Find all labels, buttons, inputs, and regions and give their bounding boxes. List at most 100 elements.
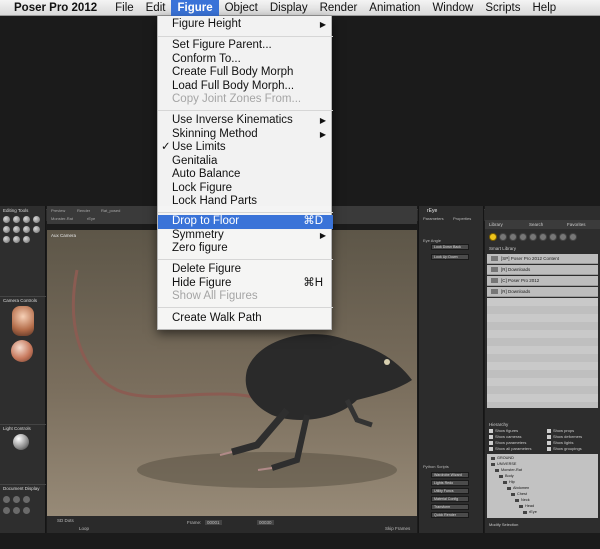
display-style-icon[interactable] xyxy=(23,496,30,503)
twist-tool-icon[interactable] xyxy=(13,216,20,223)
rotate-tool-icon[interactable] xyxy=(3,216,10,223)
dial-look-up-down[interactable]: Look Up Down xyxy=(431,254,469,260)
menu-item-drop-to-floor[interactable]: Drop to Floor ⌘D xyxy=(158,215,333,229)
tree-node[interactable]: rEye xyxy=(523,510,537,515)
taper-tool-icon[interactable] xyxy=(3,226,10,233)
hands-category-icon[interactable] xyxy=(529,233,537,241)
tree-node[interactable]: GROUND xyxy=(491,456,514,461)
menu-item-set-figure-parent[interactable]: Set Figure Parent... xyxy=(158,39,333,53)
cameras-category-icon[interactable] xyxy=(559,233,567,241)
menu-item-lock-figure[interactable]: Lock Figure xyxy=(158,182,333,196)
script-button[interactable]: Lights Redo xyxy=(431,480,469,486)
tree-node[interactable]: UNIVERSE xyxy=(491,462,516,467)
chain-break-tool-icon[interactable] xyxy=(13,226,20,233)
display-style-icon[interactable] xyxy=(13,496,20,503)
translate-tool-icon[interactable] xyxy=(23,216,30,223)
display-style-icon[interactable] xyxy=(3,507,10,514)
menu-item-create-full-body-morph[interactable]: Create Full Body Morph xyxy=(158,66,333,80)
menu-item-load-full-body-morph[interactable]: Load Full Body Morph... xyxy=(158,80,333,94)
tree-node[interactable]: Monster-Rat xyxy=(495,468,522,473)
script-button[interactable]: Utility Funcs xyxy=(431,488,469,494)
morph-brush-icon[interactable] xyxy=(13,236,20,243)
option-show-parameters[interactable]: Show parameters xyxy=(489,440,526,445)
menu-item-create-walk-path[interactable]: Create Walk Path xyxy=(158,312,333,326)
view-magnifier-icon[interactable] xyxy=(3,236,10,243)
menu-animation[interactable]: Animation xyxy=(363,0,426,16)
display-style-icon[interactable] xyxy=(23,507,30,514)
menu-item-use-inverse-kinematics[interactable]: Use Inverse Kinematics ▶ xyxy=(158,114,333,128)
menu-figure[interactable]: Figure xyxy=(171,0,219,16)
library-row[interactable]: [C] Poser Pro 2012 xyxy=(487,276,598,286)
tree-node[interactable]: Chest xyxy=(511,492,527,497)
option-show-deformers[interactable]: Show deformers xyxy=(547,434,582,439)
skip-frames-label[interactable]: Skip Frames xyxy=(385,526,410,531)
trackball-icon[interactable] xyxy=(11,340,33,362)
script-button[interactable]: Transform xyxy=(431,504,469,510)
tab-library[interactable]: Library xyxy=(489,222,503,227)
materials-category-icon[interactable] xyxy=(569,233,577,241)
loop-label[interactable]: Loop xyxy=(79,526,89,531)
script-button[interactable]: Quick Render xyxy=(431,512,469,518)
tab-render[interactable]: Render xyxy=(77,208,90,213)
app-menu[interactable]: Poser Pro 2012 xyxy=(14,2,97,14)
menu-item-figure-height[interactable]: Figure Height ▶ xyxy=(158,18,333,32)
option-show-all-parameters[interactable]: Show all parameters xyxy=(489,446,531,451)
tree-node[interactable]: Abdomen xyxy=(507,486,529,491)
tree-node[interactable]: Head xyxy=(519,504,534,509)
hair-category-icon[interactable] xyxy=(519,233,527,241)
library-row[interactable]: [SP] Poser Pro 2012 Content xyxy=(487,254,598,264)
menu-display[interactable]: Display xyxy=(264,0,314,16)
tree-node[interactable]: Hip xyxy=(503,480,515,485)
grouping-tool-icon[interactable] xyxy=(33,226,40,233)
figure-select[interactable]: Monster-Rat xyxy=(51,216,73,221)
menu-item-auto-balance[interactable]: Auto Balance xyxy=(158,168,333,182)
menu-item-delete-figure[interactable]: Delete Figure xyxy=(158,263,333,277)
tree-node[interactable]: Body xyxy=(499,474,514,479)
menu-item-hide-figure[interactable]: Hide Figure ⌘H xyxy=(158,277,333,291)
tab-preview[interactable]: Preview xyxy=(51,208,65,213)
direct-manipulation-icon[interactable] xyxy=(23,236,30,243)
tab-parameters[interactable]: Parameters xyxy=(423,216,444,221)
menu-item-conform-to[interactable]: Conform To... xyxy=(158,53,333,67)
dial-look-down-back[interactable]: Look Down Back xyxy=(431,244,469,250)
menu-render[interactable]: Render xyxy=(314,0,364,16)
library-row[interactable]: [R] Downloads xyxy=(487,287,598,297)
option-show-figures[interactable]: Show figures xyxy=(489,428,518,433)
display-style-icon[interactable] xyxy=(13,507,20,514)
library-row[interactable]: [R] Downloads xyxy=(487,265,598,275)
menu-item-zero-figure[interactable]: Zero figure xyxy=(158,242,333,256)
tab-search[interactable]: Search xyxy=(529,222,543,227)
frame-field[interactable]: 00001 xyxy=(205,520,222,525)
menu-scripts[interactable]: Scripts xyxy=(479,0,526,16)
lights-category-icon[interactable] xyxy=(549,233,557,241)
poses-category-icon[interactable] xyxy=(499,233,507,241)
option-show-cameras[interactable]: Show cameras xyxy=(489,434,521,439)
option-show-lights[interactable]: Show lights xyxy=(547,440,573,445)
tab-favorites[interactable]: Favorites xyxy=(567,222,586,227)
part-select[interactable]: rEye xyxy=(87,216,95,221)
frame-total-field[interactable]: 00030 xyxy=(257,520,274,525)
faces-category-icon[interactable] xyxy=(509,233,517,241)
tab-scene-name[interactable]: Rat_posed xyxy=(101,208,120,213)
props-category-icon[interactable] xyxy=(539,233,547,241)
script-button[interactable]: Wardrobe Wizard xyxy=(431,472,469,478)
menu-item-skinning-method[interactable]: Skinning Method ▶ xyxy=(158,128,333,142)
option-show-groupings[interactable]: Show groupings xyxy=(547,446,582,451)
figures-category-icon[interactable] xyxy=(489,233,497,241)
option-show-props[interactable]: Show props xyxy=(547,428,574,433)
menu-object[interactable]: Object xyxy=(219,0,264,16)
menu-item-use-limits[interactable]: ✓ Use Limits xyxy=(158,141,333,155)
menu-item-genitalia[interactable]: Genitalia xyxy=(158,155,333,169)
menu-help[interactable]: Help xyxy=(527,0,563,16)
color-tool-icon[interactable] xyxy=(23,226,30,233)
menu-file[interactable]: File xyxy=(109,0,140,16)
menu-item-symmetry[interactable]: Symmetry ▶ xyxy=(158,229,333,243)
scale-tool-icon[interactable] xyxy=(33,216,40,223)
light-sphere-icon[interactable] xyxy=(13,434,29,450)
tree-node[interactable]: Neck xyxy=(515,498,530,503)
menu-edit[interactable]: Edit xyxy=(140,0,172,16)
tab-properties[interactable]: Properties xyxy=(453,216,471,221)
menu-item-lock-hand-parts[interactable]: Lock Hand Parts xyxy=(158,195,333,209)
script-button[interactable]: Material Config xyxy=(431,496,469,502)
display-style-icon[interactable] xyxy=(3,496,10,503)
